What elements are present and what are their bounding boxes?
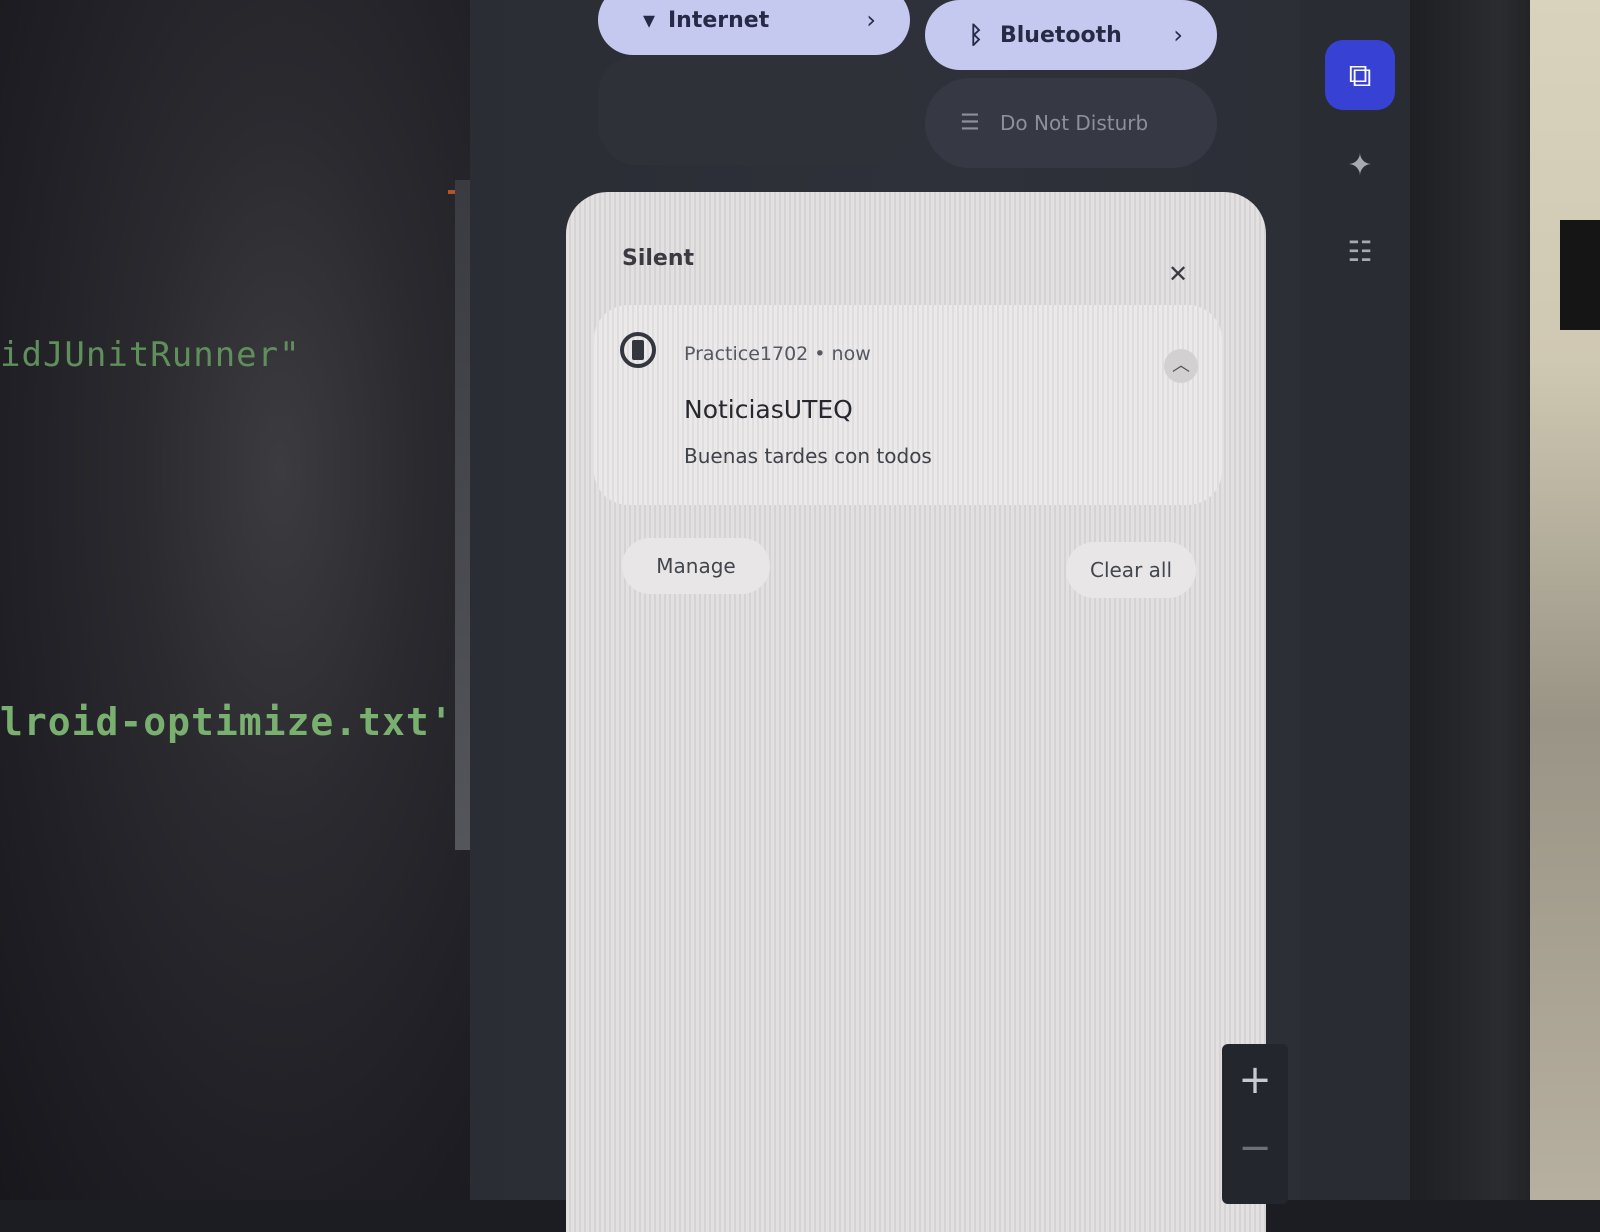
dnd-tile-label: Do Not Disturb: [1000, 111, 1149, 135]
chevron-right-icon: ›: [866, 6, 876, 34]
background-object: [1560, 220, 1600, 330]
chevron-right-icon: ›: [1173, 21, 1183, 49]
quick-tile-placeholder: [598, 55, 910, 165]
do-not-disturb-tile[interactable]: ☰ Do Not Disturb: [925, 78, 1217, 168]
manage-button[interactable]: Manage: [622, 538, 770, 594]
section-title: Silent: [622, 246, 695, 271]
wifi-icon: ▾: [642, 6, 656, 34]
tote-icon[interactable]: ⧉: [1325, 40, 1395, 110]
notification-source: Practice1702 • now: [684, 343, 871, 365]
code-line: lroid-optimize.txt'),: [0, 700, 502, 744]
checklist-icon[interactable]: ☷: [1325, 238, 1395, 266]
screen: idJUnitRunner" lroid-optimize.txt'), ▾ I…: [0, 0, 1600, 1232]
chevron-up-icon[interactable]: ︿: [1164, 349, 1198, 383]
code-editor[interactable]: [0, 0, 470, 1200]
zoom-in-button[interactable]: +: [1222, 1060, 1288, 1100]
notification-body: Buenas tardes con todos: [684, 444, 932, 468]
background-wall: [1530, 0, 1600, 1200]
bluetooth-tile[interactable]: ᛒ Bluetooth ›: [925, 0, 1217, 70]
notification-title: NoticiasUTEQ: [684, 395, 853, 424]
sparkle-icon[interactable]: ✦: [1325, 148, 1395, 183]
zoom-out-button[interactable]: −: [1222, 1128, 1288, 1168]
close-icon[interactable]: ✕: [1168, 262, 1188, 286]
clear-all-button[interactable]: Clear all: [1066, 542, 1196, 598]
bluetooth-tile-label: Bluetooth: [1000, 22, 1122, 48]
internet-tile[interactable]: ▾ Internet ›: [598, 0, 910, 55]
internet-tile-label: Internet: [668, 7, 770, 33]
app-icon: [620, 332, 656, 368]
dnd-icon: ☰: [960, 110, 980, 136]
code-line: idJUnitRunner": [0, 335, 301, 375]
bluetooth-icon: ᛒ: [968, 21, 984, 49]
